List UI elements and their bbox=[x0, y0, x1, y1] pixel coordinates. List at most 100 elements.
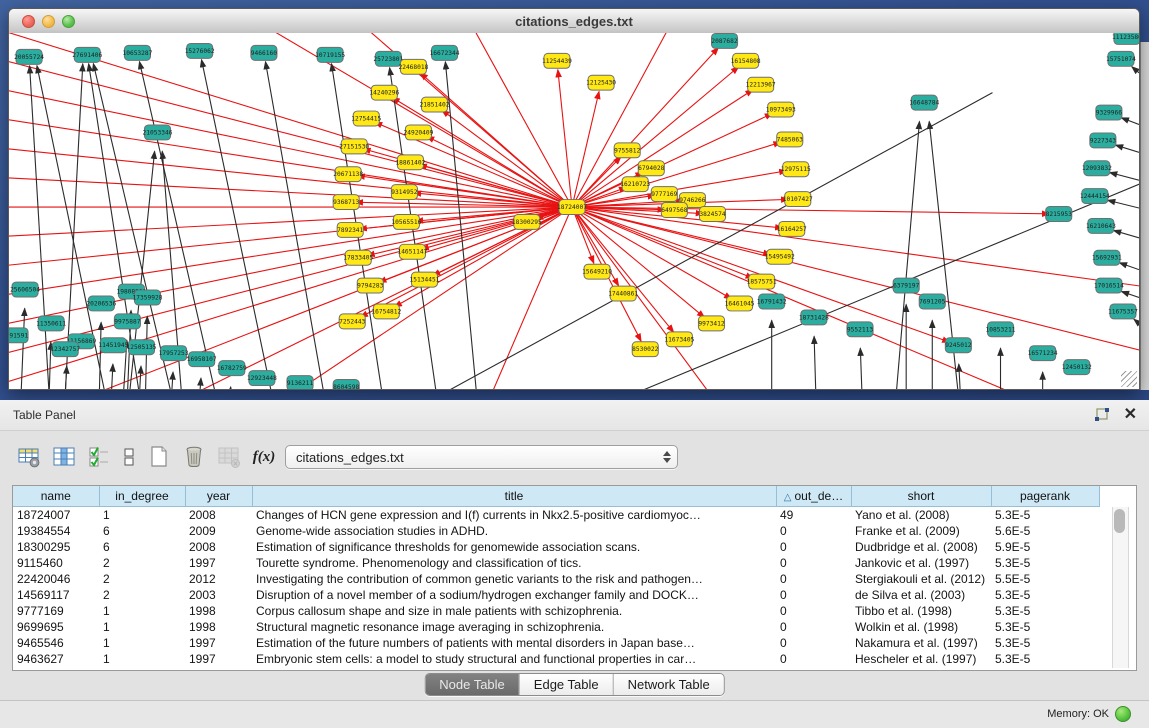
table-cell[interactable]: de Silva et al. (2003) bbox=[851, 587, 991, 603]
graph-node[interactable]: 9227343 bbox=[1090, 133, 1116, 148]
table-cell[interactable]: Genome-wide association studies in ADHD. bbox=[252, 523, 776, 539]
graph-node[interactable]: 9794283 bbox=[357, 278, 383, 293]
graph-node[interactable]: 9755812 bbox=[614, 143, 640, 158]
graph-node[interactable]: 9314952 bbox=[391, 185, 417, 200]
graph-node[interactable]: 11350611 bbox=[36, 316, 66, 331]
table-cell[interactable]: 1 bbox=[99, 619, 185, 635]
table-cell[interactable]: 0 bbox=[776, 635, 851, 651]
graph-node[interactable]: 12975115 bbox=[781, 162, 811, 177]
graph-node[interactable]: 8215953 bbox=[1046, 207, 1072, 222]
graph-node[interactable]: 7252443 bbox=[339, 314, 365, 329]
graph-node[interactable]: 7485063 bbox=[777, 132, 803, 147]
graph-node[interactable]: 10565516 bbox=[391, 214, 421, 229]
graph-node[interactable]: 6794028 bbox=[638, 161, 664, 176]
table-cell[interactable]: 0 bbox=[776, 539, 851, 555]
column-header-year[interactable]: year bbox=[185, 486, 252, 507]
table-cell[interactable]: 5.3E-5 bbox=[991, 587, 1099, 603]
graph-node[interactable]: 11451945 bbox=[98, 338, 128, 353]
table-cell[interactable]: 1998 bbox=[185, 619, 252, 635]
table-cell[interactable]: 18300295 bbox=[13, 539, 99, 555]
network-window-titlebar[interactable]: citations_edges.txt bbox=[9, 9, 1139, 34]
graph-node[interactable]: 9329966 bbox=[1096, 105, 1122, 120]
column-header-title[interactable]: title bbox=[252, 486, 776, 507]
table-row[interactable]: 1456911722003Disruption of a novel membe… bbox=[13, 587, 1099, 603]
table-cell[interactable]: Hescheler et al. (1997) bbox=[851, 651, 991, 667]
table-cell[interactable]: 0 bbox=[776, 651, 851, 667]
table-cell[interactable]: 5.6E-5 bbox=[991, 523, 1099, 539]
table-cell[interactable]: Nakamura et al. (1997) bbox=[851, 635, 991, 651]
table-cell[interactable]: 18724007 bbox=[13, 507, 99, 524]
table-cell[interactable]: Estimation of significance thresholds fo… bbox=[252, 539, 776, 555]
graph-node[interactable]: 16461045 bbox=[725, 296, 755, 311]
graph-node[interactable]: 15692931 bbox=[1092, 250, 1122, 265]
graph-node[interactable]: 11673405 bbox=[664, 332, 694, 347]
graph-node[interactable]: 9391591 bbox=[9, 328, 28, 343]
graph-node[interactable]: 12342757 bbox=[50, 342, 80, 357]
graph-node[interactable]: 14240296 bbox=[369, 85, 399, 100]
table-row[interactable]: 911546021997Tourette syndrome. Phenomeno… bbox=[13, 555, 1099, 571]
graph-node[interactable]: 16754812 bbox=[371, 304, 401, 319]
graph-node[interactable]: 8530022 bbox=[632, 342, 658, 357]
graph-node[interactable]: 10107427 bbox=[783, 192, 813, 207]
table-cell[interactable]: 9463627 bbox=[13, 651, 99, 667]
table-cell[interactable]: 5.9E-5 bbox=[991, 539, 1099, 555]
graph-node[interactable]: 10973493 bbox=[766, 102, 796, 117]
table-cell[interactable]: 0 bbox=[776, 555, 851, 571]
graph-node[interactable]: 12093832 bbox=[1082, 161, 1112, 176]
graph-node[interactable]: 12923448 bbox=[247, 371, 277, 386]
table-cell[interactable]: 1 bbox=[99, 507, 185, 524]
graph-node[interactable]: 27151530 bbox=[339, 139, 369, 154]
graph-node[interactable]: 9466160 bbox=[251, 45, 277, 60]
graph-node[interactable]: 10653287 bbox=[122, 45, 152, 60]
table-scrollbar[interactable] bbox=[1112, 507, 1129, 668]
column-header-short[interactable]: short bbox=[851, 486, 991, 507]
table-cell[interactable]: 1 bbox=[99, 651, 185, 667]
graph-node[interactable]: 17359928 bbox=[133, 290, 163, 305]
column-header-name[interactable]: name bbox=[13, 486, 99, 507]
table-cell[interactable]: Estimation of the future numbers of pati… bbox=[252, 635, 776, 651]
graph-node[interactable]: 10853211 bbox=[986, 322, 1016, 337]
graph-node[interactable]: 6379197 bbox=[893, 278, 919, 293]
table-cell[interactable]: 9699695 bbox=[13, 619, 99, 635]
graph-node[interactable]: 18731428 bbox=[799, 310, 829, 325]
table-cell[interactable]: Franke et al. (2009) bbox=[851, 523, 991, 539]
graph-node[interactable]: 3824574 bbox=[699, 207, 725, 222]
table-cell[interactable]: Wolkin et al. (1998) bbox=[851, 619, 991, 635]
graph-node[interactable]: 9552113 bbox=[847, 322, 873, 337]
graph-node[interactable]: 18300295 bbox=[512, 214, 542, 229]
table-cell[interactable]: 9465546 bbox=[13, 635, 99, 651]
table-cell[interactable]: Stergiakouli et al. (2012) bbox=[851, 571, 991, 587]
table-cell[interactable]: 2 bbox=[99, 555, 185, 571]
graph-node[interactable]: 16791432 bbox=[757, 294, 787, 309]
graph-node[interactable]: 16164257 bbox=[777, 221, 807, 236]
table-cell[interactable]: 1997 bbox=[185, 635, 252, 651]
graph-node[interactable]: 15276062 bbox=[185, 43, 215, 58]
graph-node[interactable]: 21851402 bbox=[420, 97, 450, 112]
graph-node[interactable]: 6497568 bbox=[661, 203, 687, 218]
table-cell[interactable]: Yano et al. (2008) bbox=[851, 507, 991, 524]
table-cell[interactable]: 19384554 bbox=[13, 523, 99, 539]
select-columns-button[interactable] bbox=[84, 443, 114, 471]
graph-node[interactable]: 16672344 bbox=[430, 45, 460, 60]
table-cell[interactable]: 1 bbox=[99, 603, 185, 619]
table-cell[interactable]: 5.3E-5 bbox=[991, 651, 1099, 667]
graph-node[interactable]: 27691406 bbox=[72, 47, 102, 62]
table-row[interactable]: 969969511998Structural magnetic resonanc… bbox=[13, 619, 1099, 635]
column-header-out_de[interactable]: △out_de… bbox=[776, 486, 851, 507]
table-row[interactable]: 1938455462009Genome-wide association stu… bbox=[13, 523, 1099, 539]
table-cell[interactable]: 2 bbox=[99, 587, 185, 603]
graph-node[interactable]: 9136211 bbox=[287, 376, 313, 389]
column-header-pagerank[interactable]: pagerank bbox=[991, 486, 1099, 507]
graph-node[interactable]: 14651147 bbox=[397, 244, 427, 259]
graph-node[interactable]: 17016514 bbox=[1094, 278, 1124, 293]
table-cell[interactable]: 0 bbox=[776, 571, 851, 587]
graph-node[interactable]: 9975887 bbox=[114, 314, 140, 329]
graph-node[interactable]: 18575751 bbox=[747, 274, 777, 289]
graph-node[interactable]: 8604598 bbox=[333, 380, 359, 389]
column-header-in_degree[interactable]: in_degree bbox=[99, 486, 185, 507]
table-row[interactable]: 1830029562008Estimation of significance … bbox=[13, 539, 1099, 555]
function-builder-button[interactable]: f(x) bbox=[249, 443, 279, 471]
table-row[interactable]: 946554611997Estimation of the future num… bbox=[13, 635, 1099, 651]
table-scrollbar-thumb[interactable] bbox=[1114, 509, 1125, 533]
create-column-button[interactable] bbox=[144, 443, 174, 471]
